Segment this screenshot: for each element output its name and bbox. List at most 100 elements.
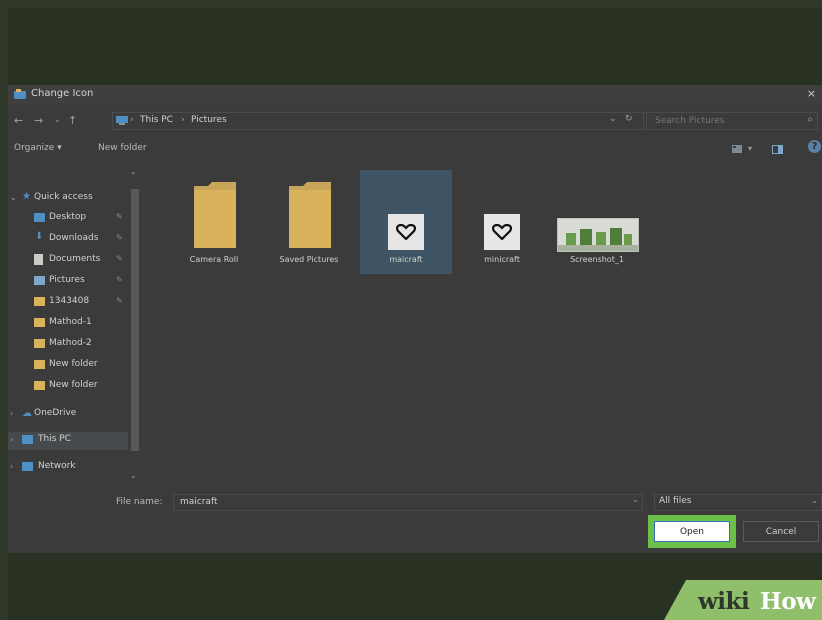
sidebar-item-documents[interactable]: Documents ✎ xyxy=(34,252,128,270)
file-type-value: All files xyxy=(659,496,692,506)
star-icon: ★ xyxy=(22,191,31,202)
file-type-select[interactable]: All files ⌄ xyxy=(654,494,822,511)
sidebar-item-desktop[interactable]: Desktop ✎ xyxy=(34,210,128,228)
preview-pane-icon[interactable] xyxy=(772,145,783,154)
download-icon: ⬇ xyxy=(35,231,44,242)
maicraft-thumbnail xyxy=(388,214,424,250)
sidebar-item-label: 1343408 xyxy=(49,296,90,306)
scrollbar-thumb[interactable] xyxy=(131,189,139,451)
heart-icon xyxy=(396,224,416,240)
heart-icon xyxy=(492,224,512,240)
app-icon xyxy=(14,89,26,99)
file-name: Screenshot_1 xyxy=(570,255,624,264)
folder-icon xyxy=(289,182,331,248)
arrow-right-icon[interactable]: → xyxy=(34,114,43,127)
arrow-up-icon[interactable]: ↑ xyxy=(68,114,77,127)
nav-scrollbar[interactable]: ⌃ ⌄ xyxy=(130,171,140,483)
pin-icon: ✎ xyxy=(116,275,123,284)
quick-access-label: Quick access xyxy=(34,192,93,202)
organize-button[interactable]: Organize ▾ xyxy=(14,143,62,153)
sidebar-item-new-folder-2[interactable]: New folder xyxy=(34,378,128,396)
sidebar-item-label: New folder xyxy=(49,380,98,390)
sidebar-item-label: Documents xyxy=(49,254,101,264)
folder-icon xyxy=(34,339,45,348)
sidebar-item-onedrive[interactable]: › ☁ OneDrive xyxy=(8,406,128,424)
quick-access[interactable]: ⌄ ★ Quick access xyxy=(8,190,128,208)
search-box[interactable]: ⌕ xyxy=(646,112,818,130)
file-item-minicraft[interactable]: minicraft xyxy=(456,170,548,274)
folder-icon xyxy=(34,360,45,369)
sidebar-item-pictures[interactable]: Pictures ✎ xyxy=(34,273,128,291)
close-icon[interactable]: × xyxy=(807,87,816,100)
file-name: minicraft xyxy=(484,255,520,264)
scroll-down-icon[interactable]: ⌄ xyxy=(130,471,137,480)
folder-icon xyxy=(34,318,45,327)
address-path[interactable]: › This PC › Pictures ⌄ ↻ xyxy=(112,112,644,130)
pin-icon: ✎ xyxy=(116,254,123,263)
address-dropdown-icon[interactable]: ⌄ xyxy=(609,114,617,124)
path-separator: › xyxy=(130,115,134,125)
chevron-right-icon[interactable]: › xyxy=(10,462,13,471)
sidebar-item-label: Downloads xyxy=(49,233,99,243)
file-name: maicraft xyxy=(389,255,423,264)
help-icon[interactable]: ? xyxy=(808,140,821,153)
sidebar-item-network[interactable]: › Network xyxy=(8,459,128,477)
computer-icon xyxy=(22,435,33,444)
path-separator: › xyxy=(181,115,185,125)
sidebar-item-mathod-2[interactable]: Mathod-2 xyxy=(34,336,128,354)
sidebar-item-label: Mathod-2 xyxy=(49,338,92,348)
sidebar-item-label: Network xyxy=(38,461,76,471)
search-input[interactable] xyxy=(653,115,797,127)
file-item-screenshot-1[interactable]: Screenshot_1 xyxy=(551,170,643,274)
screenshot-image xyxy=(558,228,638,251)
cancel-button[interactable]: Cancel xyxy=(743,521,819,542)
watermark-how: How xyxy=(760,588,816,615)
sidebar-item-this-pc[interactable]: › This PC xyxy=(8,432,128,450)
recent-locations-icon[interactable]: ⌄ xyxy=(54,115,61,124)
new-folder-button[interactable]: New folder xyxy=(98,143,147,153)
chevron-right-icon[interactable]: › xyxy=(10,435,13,444)
folder-icon xyxy=(34,381,45,390)
file-item-maicraft[interactable]: maicraft xyxy=(360,170,452,274)
minicraft-thumbnail xyxy=(484,214,520,250)
file-item-camera-roll[interactable]: Camera Roll xyxy=(168,170,260,274)
this-pc-icon xyxy=(116,116,128,125)
arrow-left-icon[interactable]: ← xyxy=(14,114,23,127)
change-icon-dialog: Change Icon × ← → ⌄ ↑ › This PC › Pictur… xyxy=(8,85,822,553)
document-icon xyxy=(34,254,43,265)
chevron-right-icon[interactable]: › xyxy=(10,409,13,418)
sidebar-item-new-folder[interactable]: New folder xyxy=(34,357,128,375)
file-name-row: File name: ⌄ All files ⌄ Open Cancel xyxy=(8,488,822,553)
pin-icon: ✎ xyxy=(116,296,123,305)
screenshot-thumbnail xyxy=(557,218,639,252)
sidebar-item-label: Pictures xyxy=(49,275,85,285)
chevron-down-icon[interactable]: ⌄ xyxy=(811,496,818,505)
sidebar-item-label: Mathod-1 xyxy=(49,317,92,327)
file-name-input[interactable] xyxy=(178,496,622,508)
scroll-up-icon[interactable]: ⌃ xyxy=(130,171,137,180)
wikihow-watermark: wiki How xyxy=(664,580,822,620)
sidebar-item-label: Desktop xyxy=(49,212,87,222)
pin-icon: ✎ xyxy=(116,212,123,221)
view-caret-icon[interactable]: ▾ xyxy=(748,144,752,153)
sidebar-item-1343408[interactable]: 1343408 ✎ xyxy=(34,294,128,312)
open-button[interactable]: Open xyxy=(654,521,730,542)
file-item-saved-pictures[interactable]: Saved Pictures xyxy=(263,170,355,274)
file-name-label: File name: xyxy=(116,497,163,507)
sidebar-item-mathod-1[interactable]: Mathod-1 xyxy=(34,315,128,333)
title-bar: Change Icon × xyxy=(8,85,822,105)
navigation-pane: ⌄ ★ Quick access Desktop ✎ ⬇ Downloads ✎… xyxy=(8,170,144,488)
breadcrumb-pictures[interactable]: Pictures xyxy=(191,115,227,125)
pictures-icon xyxy=(34,276,45,285)
breadcrumb-this-pc[interactable]: This PC xyxy=(140,115,173,125)
chevron-down-icon[interactable]: ⌄ xyxy=(10,193,17,202)
file-name-field[interactable]: ⌄ xyxy=(173,494,643,511)
chevron-down-icon[interactable]: ⌄ xyxy=(632,495,639,504)
file-list: Camera Roll Saved Pictures maicraft mini… xyxy=(148,170,822,488)
sidebar-item-label: This PC xyxy=(38,434,71,444)
search-icon: ⌕ xyxy=(807,114,813,125)
folder-icon xyxy=(34,297,45,306)
refresh-icon[interactable]: ↻ xyxy=(625,114,633,124)
view-options-icon[interactable] xyxy=(732,145,742,153)
sidebar-item-downloads[interactable]: ⬇ Downloads ✎ xyxy=(34,231,128,249)
